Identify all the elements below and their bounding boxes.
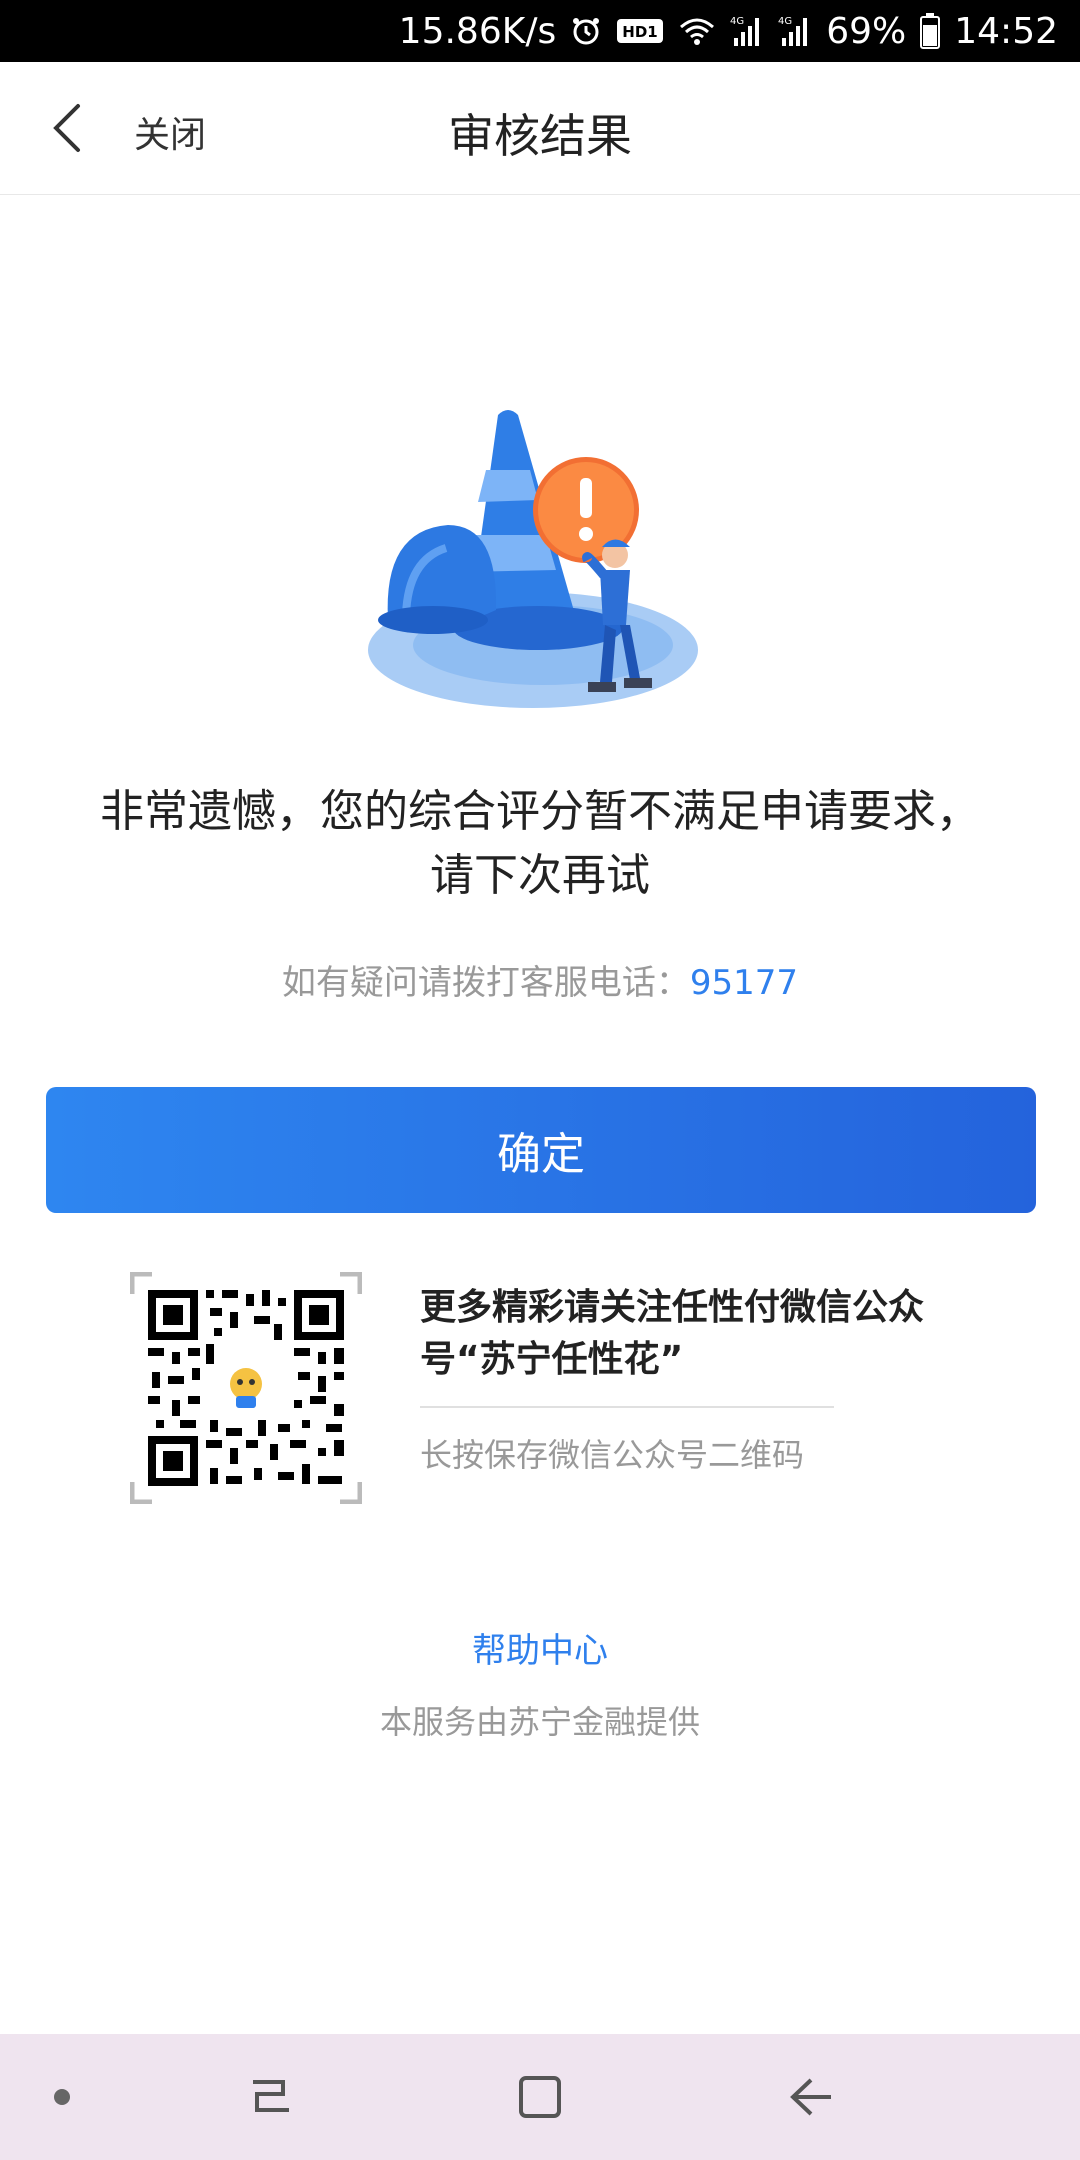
service-provider-text: 本服务由苏宁金融提供 xyxy=(379,1703,700,1741)
result-message-line1: 非常遗憾，您的综合评分暂不满足申请要求， xyxy=(100,786,980,837)
alarm-icon xyxy=(570,15,602,47)
page-title: 审核结果 xyxy=(448,109,632,163)
home-icon[interactable] xyxy=(500,2034,580,2160)
status-bar: 15.86K/s HD1 4G 4G 69% 14:52 xyxy=(0,0,1080,62)
battery-icon xyxy=(920,13,941,49)
system-navigation-bar xyxy=(0,2034,1080,2160)
battery-percent: 69% xyxy=(826,10,907,52)
warning-cone-illustration xyxy=(368,410,718,720)
clock: 14:52 xyxy=(954,10,1058,52)
promo-divider xyxy=(420,1406,834,1408)
dot-icon[interactable] xyxy=(30,2034,94,2160)
recent-apps-icon[interactable] xyxy=(230,2034,310,2160)
confirm-button[interactable]: 确定 xyxy=(46,1087,1036,1213)
qr-code-icon[interactable] xyxy=(129,1271,363,1505)
wifi-icon xyxy=(678,15,716,47)
network-type-label: 4G xyxy=(778,16,792,27)
promo-subtitle: 长按保存微信公众号二维码 xyxy=(420,1436,805,1474)
customer-service-line: 如有疑问请拨打客服电话：95177 xyxy=(0,955,1080,1004)
back-arrow-icon[interactable] xyxy=(770,2034,850,2160)
help-center-link[interactable]: 帮助中心 xyxy=(0,1623,1080,1672)
signal-icon: 4G xyxy=(730,14,764,48)
customer-service-prefix: 如有疑问请拨打客服电话： xyxy=(281,963,690,1003)
network-type-label: 4G xyxy=(730,16,744,27)
result-message-line2: 请下次再试 xyxy=(430,850,650,901)
hd-badge-text: HD1 xyxy=(623,23,658,41)
top-nav-bar: 关闭 审核结果 xyxy=(0,62,1080,195)
signal-icon: 4G xyxy=(778,14,812,48)
hd-icon: HD1 xyxy=(616,15,664,47)
network-speed: 15.86K/s xyxy=(398,10,557,52)
result-message: 非常遗憾，您的综合评分暂不满足申请要求， 请下次再试 xyxy=(60,780,1020,908)
promo-title: 更多精彩请关注任性付微信公众号“苏宁任性花” xyxy=(420,1287,925,1380)
customer-service-phone-link[interactable]: 95177 xyxy=(690,963,798,1003)
